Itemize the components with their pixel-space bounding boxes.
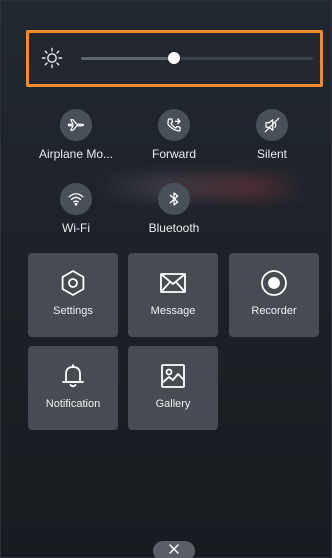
close-icon	[168, 542, 180, 558]
message-icon	[128, 269, 218, 297]
brightness-slider-thumb[interactable]	[167, 52, 180, 64]
forward-call-icon	[158, 109, 190, 141]
bluetooth-icon	[158, 183, 190, 215]
tile-message[interactable]: Message	[128, 253, 218, 337]
toggle-wifi[interactable]: Wi-Fi	[36, 183, 116, 235]
toggle-forward[interactable]: Forward	[134, 109, 214, 161]
tile-settings[interactable]: Settings	[28, 253, 118, 337]
silent-icon	[256, 109, 288, 141]
tile-label: Recorder	[251, 305, 297, 317]
tile-notification[interactable]: Notification	[28, 346, 118, 430]
tile-label: Gallery	[155, 398, 191, 410]
gallery-icon	[128, 362, 218, 390]
toggle-label: Silent	[256, 147, 288, 161]
toggle-label: Airplane Mo...	[38, 147, 114, 161]
toggle-silent[interactable]: Silent	[232, 109, 312, 161]
toggle-bluetooth[interactable]: Bluetooth	[134, 183, 214, 235]
toggle-airplane-mode[interactable]: Airplane Mo...	[36, 109, 116, 161]
wifi-icon	[60, 183, 92, 215]
airplane-icon	[60, 109, 92, 141]
sun-icon	[41, 47, 63, 69]
quick-settings-panel: Airplane Mo... Forward Silent Wi-Fi Blue…	[0, 0, 332, 558]
tile-gallery[interactable]: Gallery	[128, 346, 218, 430]
tile-label: Message	[150, 305, 196, 317]
tile-label: Notification	[45, 398, 101, 410]
tile-label: Settings	[53, 305, 93, 317]
tile-recorder[interactable]: Recorder	[229, 253, 319, 337]
toggle-label: Wi-Fi	[62, 221, 90, 235]
recorder-icon	[229, 269, 319, 297]
brightness-track[interactable]	[81, 57, 313, 60]
brightness-control	[26, 30, 323, 87]
toggle-label: Forward	[151, 147, 196, 161]
brightness-fill	[81, 57, 174, 60]
notification-bell-icon	[28, 362, 118, 390]
settings-icon	[28, 269, 118, 297]
close-button[interactable]	[153, 541, 195, 558]
toggle-label: Bluetooth	[148, 221, 200, 235]
